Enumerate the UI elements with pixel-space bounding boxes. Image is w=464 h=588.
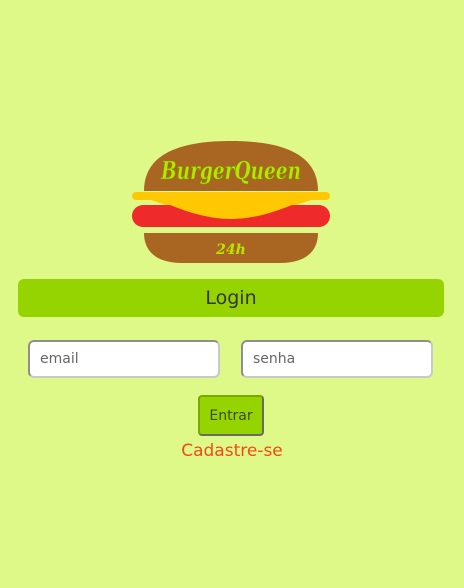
login-header-bar: Login bbox=[18, 279, 444, 317]
login-title: Login bbox=[205, 287, 257, 309]
logo-brand-text: BurgerQueen bbox=[160, 156, 301, 185]
burger-icon: BurgerQueen 24h bbox=[132, 141, 330, 263]
logo-tagline-text: 24h bbox=[215, 242, 246, 258]
login-submit-label: Entrar bbox=[209, 407, 253, 424]
email-input[interactable] bbox=[28, 340, 220, 378]
signup-link[interactable]: Cadastre-se bbox=[0, 441, 464, 461]
burger-queen-logo: BurgerQueen 24h bbox=[130, 139, 332, 265]
login-submit-button[interactable]: Entrar bbox=[198, 395, 264, 436]
password-input[interactable] bbox=[241, 340, 433, 378]
